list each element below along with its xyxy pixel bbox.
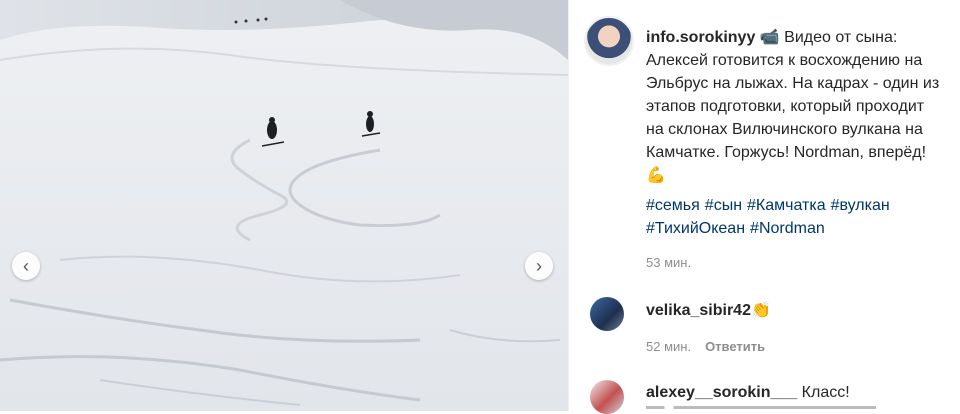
author-avatar[interactable] [584,16,634,66]
post-dialog: ‹ › info.sorokinyy 📹 Видео от сына: Алек… [0,0,960,414]
hashtag-link[interactable]: #сын [705,197,742,214]
comment-text: Класс! [797,384,850,401]
commenter-username[interactable]: velika_sibir42 [646,302,751,319]
hashtag-link[interactable]: #вулкан [831,197,890,214]
reply-button[interactable]: Ответить [705,339,765,354]
carousel-next-button[interactable]: › [525,252,553,280]
hashtag-link[interactable]: #Nordman [750,220,825,237]
truncated-text-line [646,406,876,409]
carousel-prev-button[interactable]: ‹ [12,252,40,280]
hashtag-link[interactable]: #семья [646,197,700,214]
chevron-left-icon: ‹ [23,256,29,276]
post-media[interactable]: ‹ › [0,0,568,411]
comment-timestamp: 52 мин. [646,339,692,354]
caption-text: 📹 Видео от сына: Алексей готовится к вос… [646,29,940,184]
post-timestamp: 53 мин. [646,255,692,270]
commenter-username[interactable]: alexey__sorokin___ [646,384,797,401]
hashtag-link[interactable]: #Камчатка [747,197,826,214]
author-username[interactable]: info.sorokinyy [646,29,755,46]
hashtag-list: #семья #сын #Камчатка #вулкан #ТихийОкеан #N… [646,194,944,240]
comment-meta: 52 мин. Ответить [646,339,765,354]
comment: alexey__sorokin___ Класс! [646,384,850,402]
comment: velika_sibir42 👏 [646,300,771,320]
comment-text: 👏 [750,302,771,319]
commenter-avatar[interactable] [590,380,624,414]
commenter-avatar[interactable] [590,297,624,331]
post-caption: info.sorokinyy 📹 Видео от сына: Алексей … [646,26,944,187]
hashtag-link[interactable]: #ТихийОкеан [646,220,745,237]
chevron-right-icon: › [536,256,542,276]
snow-slope-image [0,0,568,411]
